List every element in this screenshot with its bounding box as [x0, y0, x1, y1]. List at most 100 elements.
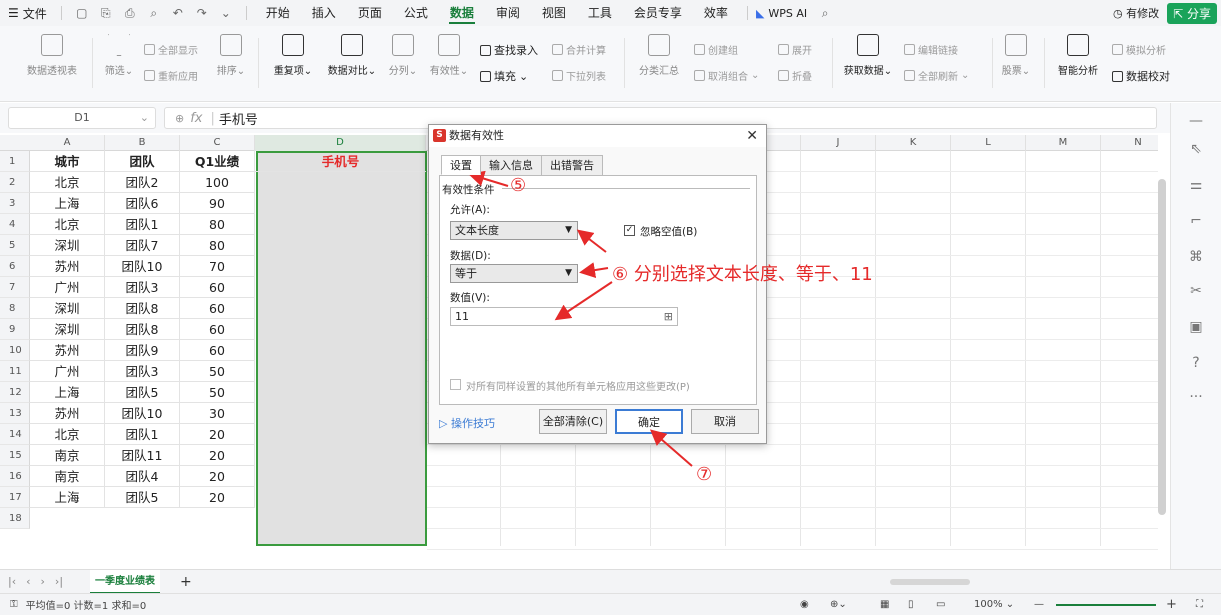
row-header-18[interactable]: 18: [0, 508, 30, 529]
zoom-level[interactable]: 100% ⌄: [974, 599, 1014, 610]
column-header-a[interactable]: A: [30, 135, 105, 151]
zoom-icon[interactable]: ⊕: [175, 112, 184, 125]
row-header-3[interactable]: 3: [0, 193, 30, 214]
zoom-slider[interactable]: [1056, 604, 1156, 606]
property-icon[interactable]: ⌘: [1186, 247, 1206, 267]
duplicates-button[interactable]: 重复项⌄: [268, 34, 318, 77]
table-cell[interactable]: 团队8: [105, 298, 180, 319]
format-icon[interactable]: ⌐: [1186, 211, 1206, 231]
table-cell[interactable]: 团队4: [105, 466, 180, 487]
simulate-analysis-button[interactable]: 模拟分析: [1112, 42, 1166, 57]
filter-button[interactable]: 筛选⌄: [100, 34, 138, 77]
focus-icon[interactable]: ⊕⌄: [830, 599, 847, 610]
table-cell[interactable]: 80: [180, 214, 255, 235]
tips-link[interactable]: ▷ 操作技巧: [439, 415, 495, 431]
next-sheet-icon[interactable]: ›: [41, 575, 45, 588]
table-cell[interactable]: 南京: [30, 466, 105, 487]
table-cell[interactable]: 团队11: [105, 445, 180, 466]
table-cell[interactable]: 20: [180, 445, 255, 466]
table-cell[interactable]: 80: [180, 235, 255, 256]
preview-icon[interactable]: ⌕: [146, 5, 162, 21]
hscroll-track[interactable]: [890, 579, 970, 585]
allow-select[interactable]: 文本长度 ▼: [450, 221, 578, 240]
value-input[interactable]: 11 ⊞: [450, 307, 678, 326]
name-box[interactable]: D1 ⌄: [8, 107, 156, 129]
table-cell[interactable]: 团队5: [105, 487, 180, 508]
table-cell[interactable]: 广州: [30, 361, 105, 382]
fill-button[interactable]: 填充 ⌄: [480, 68, 528, 84]
header-cell[interactable]: 团队: [105, 151, 180, 172]
row-header-7[interactable]: 7: [0, 277, 30, 298]
table-cell[interactable]: 60: [180, 298, 255, 319]
eye-icon[interactable]: ◉: [800, 599, 809, 610]
cancel-button[interactable]: 取消: [691, 409, 759, 434]
table-cell[interactable]: 60: [180, 277, 255, 298]
table-cell[interactable]: 上海: [30, 487, 105, 508]
apply-all-checkbox[interactable]: [450, 379, 461, 390]
layout-view-icon[interactable]: ▭: [936, 599, 945, 610]
check-data-button[interactable]: 数据校对: [1112, 68, 1170, 84]
create-group-button[interactable]: 创建组: [694, 42, 738, 57]
header-cell[interactable]: 手机号: [255, 151, 426, 172]
table-cell[interactable]: 90: [180, 193, 255, 214]
tab-insert[interactable]: 插入: [301, 0, 347, 26]
edit-links-button[interactable]: 编辑链接: [904, 42, 958, 57]
show-all-button[interactable]: 全部显示: [144, 42, 198, 57]
row-header-6[interactable]: 6: [0, 256, 30, 277]
more-icon[interactable]: ···: [1186, 387, 1206, 407]
table-cell[interactable]: 100: [180, 172, 255, 193]
row-header-12[interactable]: 12: [0, 382, 30, 403]
table-cell[interactable]: 团队3: [105, 277, 180, 298]
modified-status[interactable]: ◷ 有修改: [1113, 5, 1159, 21]
table-cell[interactable]: 团队7: [105, 235, 180, 256]
normal-view-icon[interactable]: ▦: [880, 599, 889, 610]
column-header-c[interactable]: C: [180, 135, 255, 151]
table-cell[interactable]: 50: [180, 361, 255, 382]
table-cell[interactable]: 团队1: [105, 424, 180, 445]
subtotal-button[interactable]: 分类汇总: [634, 34, 684, 77]
row-header-4[interactable]: 4: [0, 214, 30, 235]
table-cell[interactable]: 20: [180, 487, 255, 508]
row-header-8[interactable]: 8: [0, 298, 30, 319]
tab-home[interactable]: 开始: [255, 0, 301, 26]
prev-sheet-icon[interactable]: ‹: [26, 575, 30, 588]
table-cell[interactable]: 团队6: [105, 193, 180, 214]
selected-column-d[interactable]: [256, 151, 427, 546]
fullscreen-icon[interactable]: ⛶: [1196, 599, 1203, 610]
print-icon[interactable]: ⎙: [122, 5, 138, 21]
tab-input-message[interactable]: 输入信息: [480, 155, 542, 175]
style-icon[interactable]: ⚌: [1186, 175, 1206, 195]
redo-icon[interactable]: ↷: [194, 5, 210, 21]
last-sheet-icon[interactable]: ›|: [55, 575, 63, 588]
compare-button[interactable]: 数据对比⌄: [322, 34, 382, 77]
expand-button[interactable]: 展开: [778, 42, 812, 57]
table-cell[interactable]: 团队10: [105, 256, 180, 277]
row-header-15[interactable]: 15: [0, 445, 30, 466]
clear-all-button[interactable]: 全部清除(C): [539, 409, 607, 434]
column-header-l[interactable]: L: [951, 135, 1026, 151]
tab-tools[interactable]: 工具: [577, 0, 623, 26]
zoom-in-icon[interactable]: +: [1166, 597, 1177, 612]
table-cell[interactable]: 20: [180, 424, 255, 445]
zoom-out-icon[interactable]: —: [1034, 599, 1044, 610]
tab-member[interactable]: 会员专享: [623, 0, 693, 26]
table-cell[interactable]: 70: [180, 256, 255, 277]
table-cell[interactable]: 深圳: [30, 319, 105, 340]
column-header-j[interactable]: J: [801, 135, 876, 151]
table-cell[interactable]: 团队10: [105, 403, 180, 424]
fx-icon[interactable]: fx: [190, 111, 202, 126]
table-cell[interactable]: 团队5: [105, 382, 180, 403]
undo-icon[interactable]: ↶: [170, 5, 186, 21]
refresh-all-button[interactable]: 全部刷新 ⌄: [904, 68, 969, 83]
row-header-11[interactable]: 11: [0, 361, 30, 382]
row-header-14[interactable]: 14: [0, 424, 30, 445]
tab-efficiency[interactable]: 效率: [693, 0, 739, 26]
split-column-button[interactable]: 分列⌄: [384, 34, 422, 77]
table-cell[interactable]: 上海: [30, 382, 105, 403]
table-cell[interactable]: 团队3: [105, 361, 180, 382]
column-header-b[interactable]: B: [105, 135, 180, 151]
table-cell[interactable]: 30: [180, 403, 255, 424]
share-button[interactable]: ⇱ 分享: [1167, 2, 1217, 24]
smart-analysis-button[interactable]: 智能分析: [1052, 34, 1104, 77]
table-cell[interactable]: 60: [180, 319, 255, 340]
